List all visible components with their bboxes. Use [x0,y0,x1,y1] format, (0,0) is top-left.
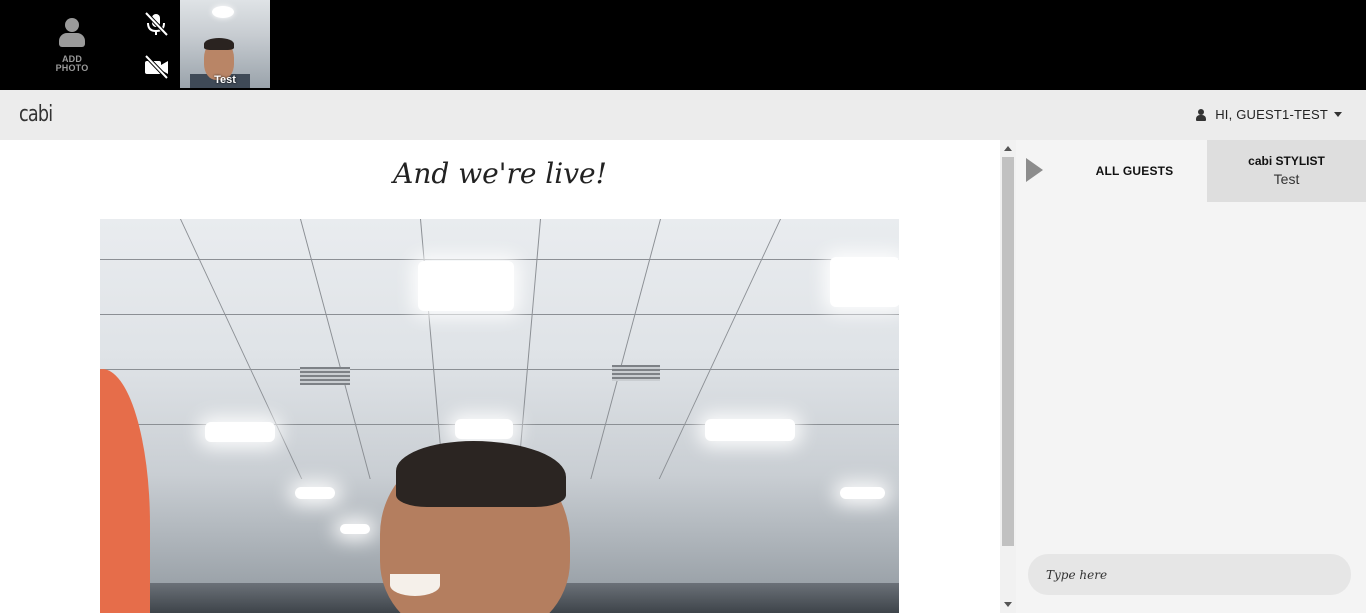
camera-off-icon [144,54,169,80]
microphone-muted-icon [144,11,169,37]
tab-stylist-name: Test [1273,171,1300,187]
add-photo-button[interactable]: ADD PHOTO [40,18,104,78]
main-scrollbar[interactable] [1000,140,1016,613]
tab-cabi-stylist[interactable]: cabi STYLIST Test [1207,140,1366,202]
caret-down-icon [1334,112,1342,117]
user-greeting: HI, GUEST1-TEST [1215,107,1328,122]
scrollbar-thumb[interactable] [1002,157,1014,546]
participant-thumbnail[interactable]: Test [180,0,270,88]
chat-message-input[interactable] [1028,554,1351,595]
participant-name: Test [214,74,236,86]
play-triangle-icon [1026,158,1043,182]
collapse-chat-button[interactable] [1026,158,1044,184]
live-video-stream[interactable] [100,219,899,613]
video-strip: ADD PHOTO Test [0,0,1366,90]
tab-stylist-label: cabi STYLIST [1248,154,1325,168]
main-content: And we're live! [0,140,1000,613]
tab-all-guests[interactable]: ALL GUESTS [1062,140,1207,202]
user-icon [1196,108,1207,121]
chat-panel: ALL GUESTS cabi STYLIST Test [1016,140,1366,613]
toggle-camera-button[interactable] [140,53,172,81]
cabi-logo[interactable]: cabi [19,102,53,127]
mute-microphone-button[interactable] [140,10,172,38]
app-header: cabi HI, GUEST1-TEST [0,90,1366,140]
scroll-up-arrow-icon[interactable] [1004,146,1012,151]
add-photo-label: ADD PHOTO [55,54,89,73]
scroll-down-arrow-icon[interactable] [1004,602,1012,607]
user-avatar-icon [57,18,87,48]
user-menu-dropdown[interactable]: HI, GUEST1-TEST [1196,107,1342,122]
page-title: And we're live! [393,157,607,190]
